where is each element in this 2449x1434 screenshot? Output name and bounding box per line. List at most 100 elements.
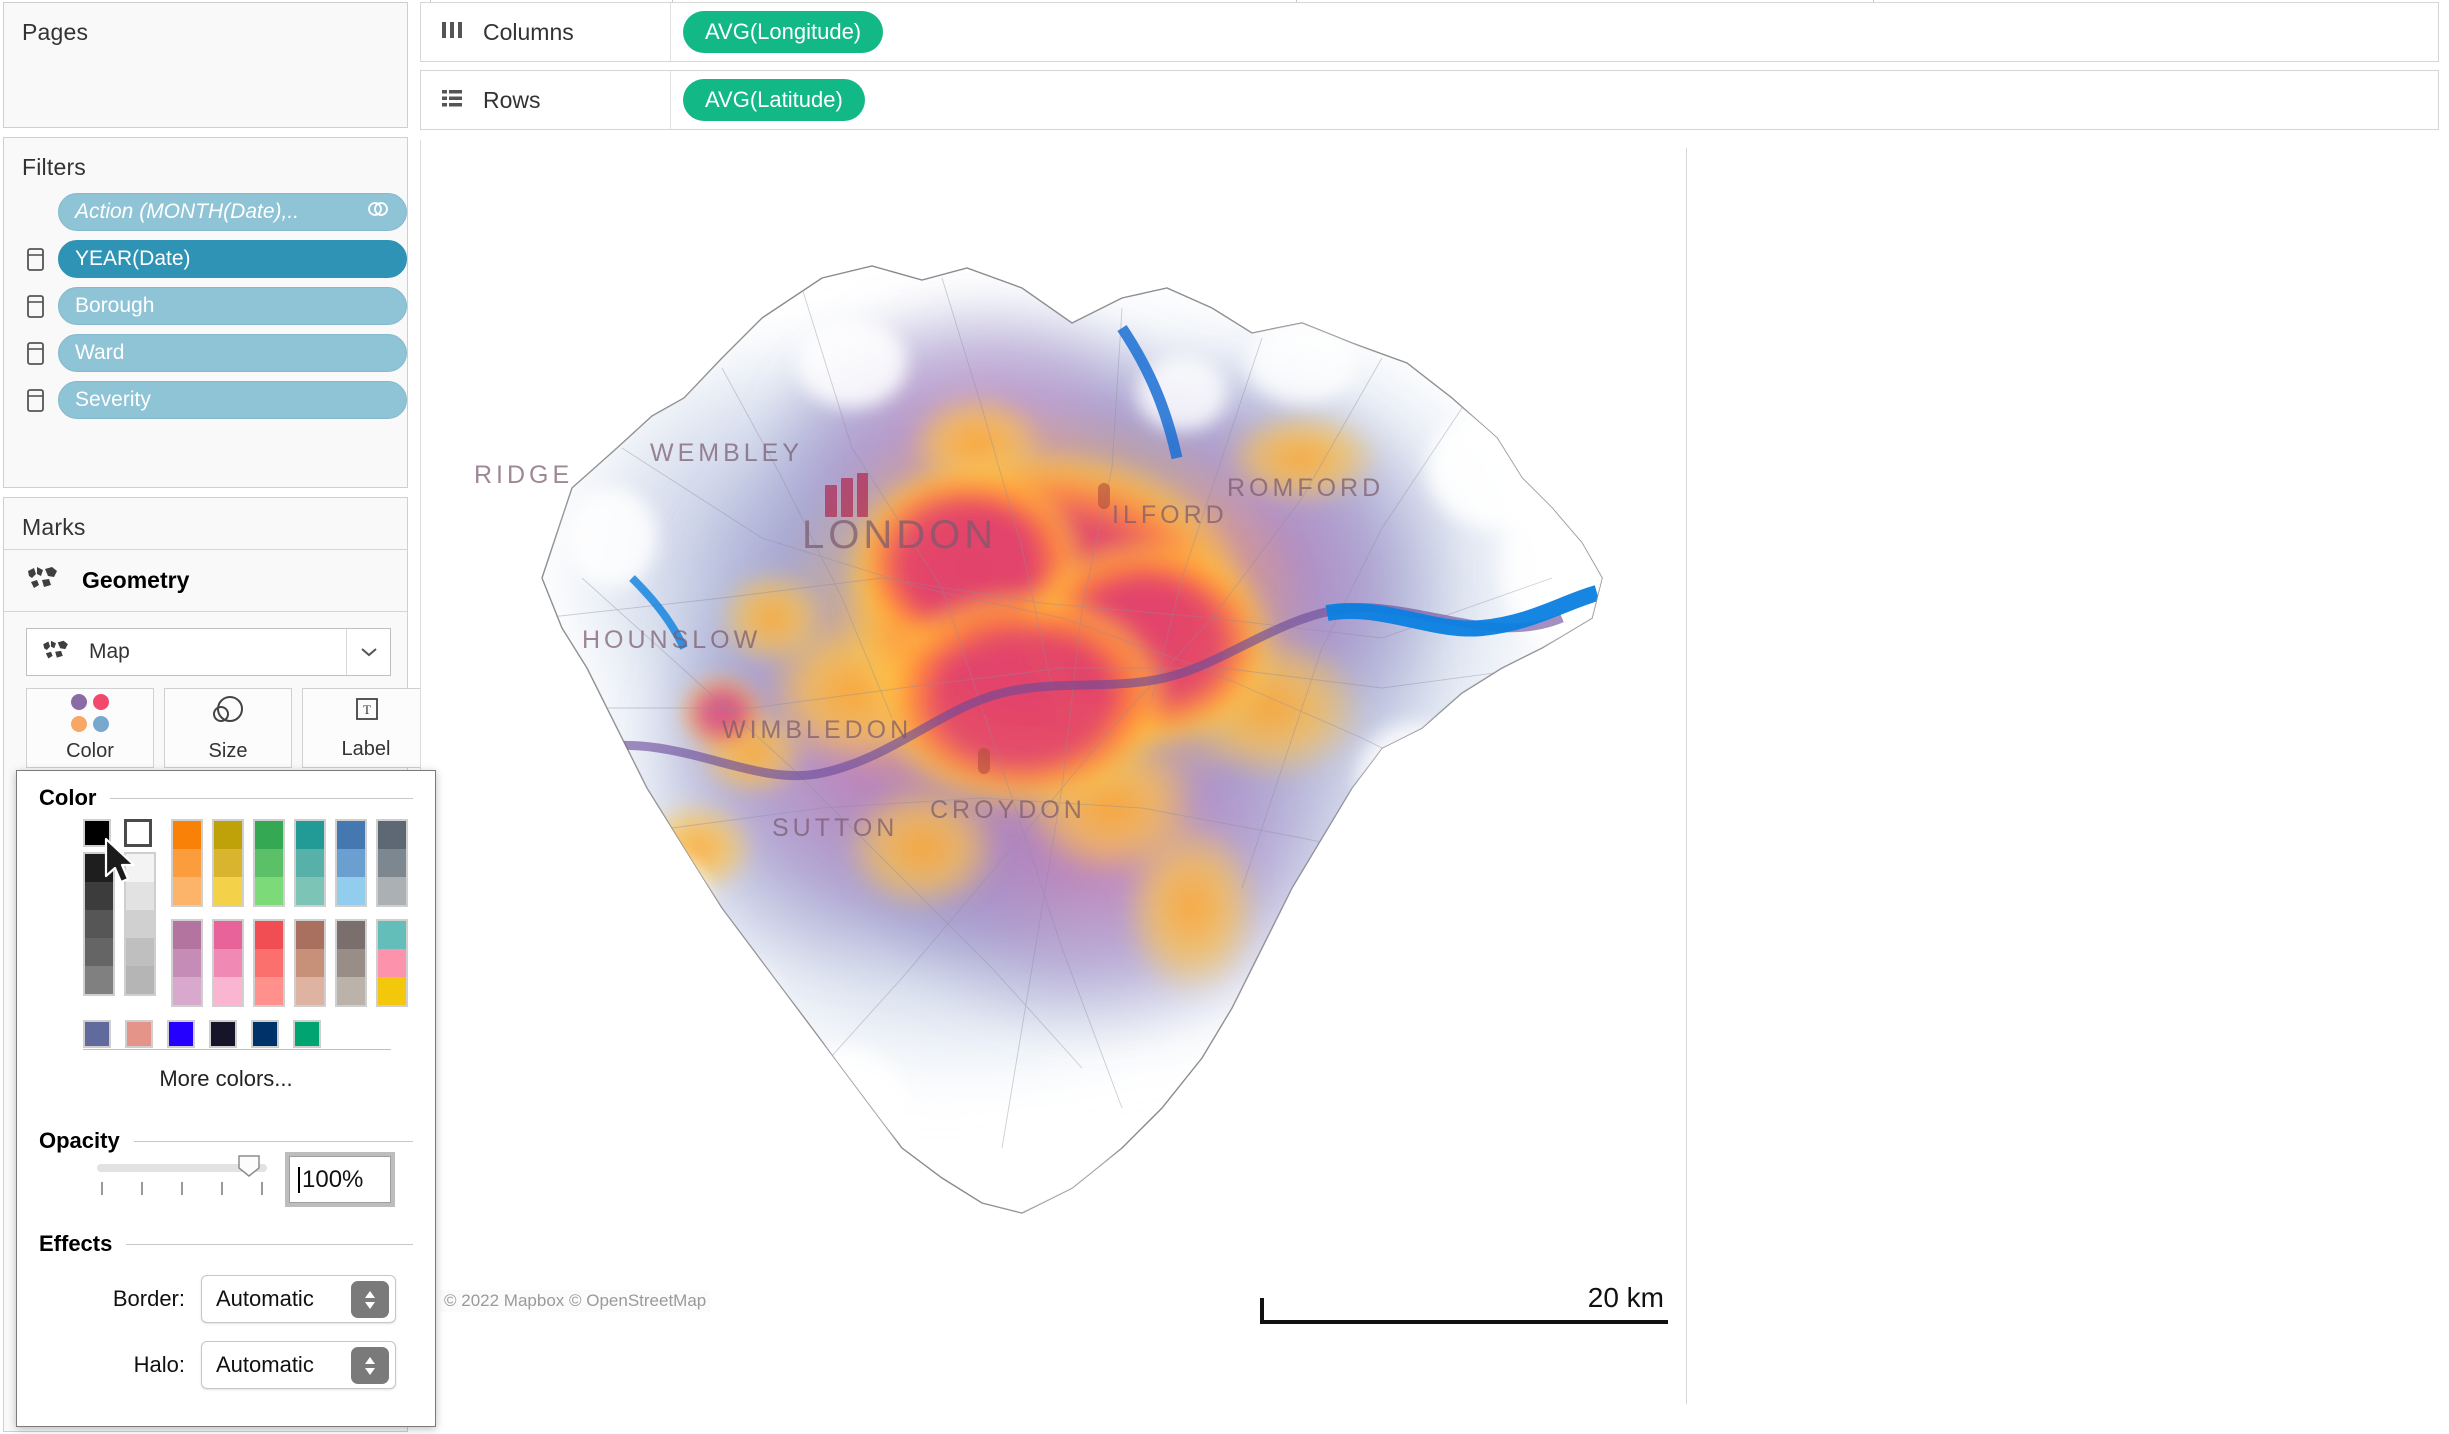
scale-line (1260, 1320, 1668, 1324)
label-button-label: Label (341, 738, 391, 760)
swatch-teal[interactable] (294, 819, 326, 907)
divider (126, 1243, 413, 1245)
database-icon (22, 338, 48, 368)
color-popup: Color More colors... Opacity 100% Effect… (16, 770, 436, 1427)
tableau-workbook: Pages Filters Action (MONTH(Date),.. YEA… (0, 0, 2449, 1434)
filter-pill-year[interactable]: YEAR(Date) (58, 239, 407, 278)
poi-marker-croydon (978, 748, 990, 774)
swatch-brown[interactable] (294, 919, 326, 1007)
columns-shelf-header: Columns (421, 3, 671, 61)
filter-row-year: YEAR(Date) (4, 236, 407, 281)
swatch-mixed[interactable] (376, 919, 408, 1007)
opacity-slider-ticks (97, 1182, 267, 1195)
swatch-ramp-light[interactable] (124, 852, 156, 996)
halo-select[interactable]: Automatic (201, 1341, 396, 1389)
swatch-near-black[interactable] (209, 1020, 237, 1048)
effects-label: Effects (39, 1231, 113, 1256)
columns-label: Columns (483, 18, 574, 45)
database-icon (22, 244, 48, 274)
filter-pill-borough-label: Borough (75, 293, 155, 317)
size-circles-icon (206, 693, 250, 732)
opacity-header: Opacity (17, 1128, 435, 1154)
swatch-electric-blue[interactable] (167, 1020, 195, 1048)
filter-pill-year-label: YEAR(Date) (75, 246, 191, 270)
mark-type-dropdown[interactable]: Map (26, 628, 391, 676)
more-colors-button[interactable]: More colors... (17, 1066, 435, 1092)
filter-pill-borough[interactable]: Borough (58, 286, 407, 325)
heat-layer (542, 266, 1602, 1213)
map-label-hounslow: HOUNSLOW (582, 626, 761, 654)
mark-type-label: Map (89, 640, 130, 663)
filter-row-ward: Ward (4, 330, 407, 375)
updown-stepper-icon[interactable] (351, 1347, 389, 1384)
columns-icon (439, 17, 465, 48)
divider (110, 797, 413, 799)
opacity-slider[interactable] (97, 1155, 267, 1195)
border-select[interactable]: Automatic (201, 1275, 396, 1323)
swatch-red[interactable] (253, 919, 285, 1007)
swatch-taupe[interactable] (335, 919, 367, 1007)
london-density-map[interactable]: LONDON WEMBLEY HOUNSLOW RIDGE WIMBLEDON … (422, 148, 1686, 1404)
text-caret (298, 1166, 300, 1193)
swatch-blue[interactable] (335, 819, 367, 907)
swatch-emerald[interactable] (293, 1020, 321, 1048)
color-button[interactable]: Color (26, 688, 154, 768)
halo-row: Halo: Automatic (17, 1341, 435, 1389)
opacity-input-wrap[interactable]: 100% (285, 1152, 395, 1207)
swatch-pink[interactable] (212, 919, 244, 1007)
swatch-salmon[interactable] (125, 1020, 153, 1048)
color-dots-icon (71, 693, 109, 732)
opacity-input[interactable]: 100% (289, 1156, 391, 1203)
swatch-orange[interactable] (171, 819, 203, 907)
columns-shelf[interactable]: Columns AVG(Longitude) (420, 2, 2439, 62)
filter-pill-action-label: Action (MONTH(Date),.. (75, 199, 300, 223)
updown-stepper-icon[interactable] (351, 1281, 389, 1318)
swatch-indigo[interactable] (83, 1020, 111, 1048)
marks-buttons: Color Size T Label (26, 688, 430, 768)
palette-row-1 (171, 819, 408, 907)
geometry-label: Geometry (82, 567, 190, 593)
view-area: LONDON WEMBLEY HOUNSLOW RIDGE WIMBLEDON … (420, 140, 2439, 1420)
divider (83, 1049, 391, 1050)
filters-card: Filters Action (MONTH(Date),.. YEAR(Date… (3, 137, 408, 488)
label-button[interactable]: T Label (302, 688, 430, 768)
color-popup-title: Color (39, 785, 97, 810)
left-sidebar: Pages Filters Action (MONTH(Date),.. YEA… (0, 0, 436, 1434)
map-icon (41, 639, 71, 666)
filter-pill-ward-label: Ward (75, 340, 125, 364)
map-label-uxbridge: RIDGE (474, 461, 573, 489)
map-attribution: © 2022 Mapbox © OpenStreetMap (440, 1290, 711, 1312)
swatch-green[interactable] (253, 819, 285, 907)
filter-pill-severity-label: Severity (75, 387, 151, 411)
filter-pill-action[interactable]: Action (MONTH(Date),.. (58, 192, 407, 231)
database-icon (22, 291, 48, 321)
filters-title: Filters (22, 154, 87, 180)
map-pane[interactable]: LONDON WEMBLEY HOUNSLOW RIDGE WIMBLEDON … (422, 148, 1687, 1404)
columns-shelf-body[interactable]: AVG(Longitude) (671, 3, 2438, 61)
rows-shelf[interactable]: Rows AVG(Latitude) (420, 70, 2439, 130)
filter-pill-severity[interactable]: Severity (58, 380, 407, 419)
swatch-slate[interactable] (376, 819, 408, 907)
swatch-navy[interactable] (251, 1020, 279, 1048)
color-popup-header: Color (17, 785, 435, 811)
filter-pill-ward[interactable]: Ward (58, 333, 407, 372)
size-button-label: Size (208, 740, 248, 762)
color-palette (83, 819, 408, 1048)
swatch-white-selected[interactable] (124, 819, 152, 847)
swatch-gold[interactable] (212, 819, 244, 907)
size-button[interactable]: Size (164, 688, 292, 768)
map-label-romford: ROMFORD (1227, 474, 1384, 502)
database-icon (22, 385, 48, 415)
opacity-slider-thumb[interactable] (237, 1154, 261, 1177)
rows-field-pill[interactable]: AVG(Latitude) (683, 79, 865, 121)
columns-field-pill[interactable]: AVG(Longitude) (683, 11, 884, 53)
palette-row-top (83, 819, 408, 1007)
map-label-sutton: SUTTON (772, 814, 898, 842)
swatch-black[interactable] (83, 819, 111, 847)
map-label-ilford: ILFORD (1112, 501, 1228, 529)
rows-shelf-body[interactable]: AVG(Latitude) (671, 71, 2438, 129)
swatch-ramp-dark[interactable] (83, 852, 115, 996)
chevron-down-icon[interactable] (346, 629, 390, 675)
rows-field-label: AVG(Latitude) (705, 87, 843, 112)
swatch-purple[interactable] (171, 919, 203, 1007)
